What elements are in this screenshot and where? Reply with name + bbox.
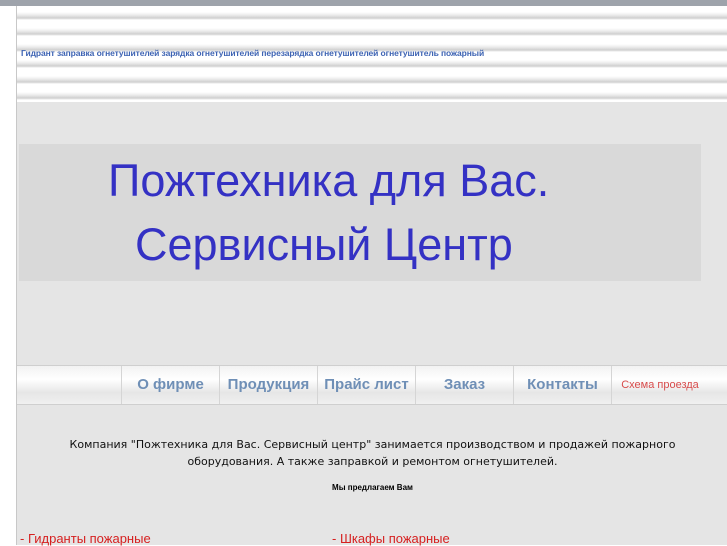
hero-banner: Пожтехника для Вас. Сервисный Центр xyxy=(19,144,701,281)
nav-directions[interactable]: Схема проезда xyxy=(611,366,708,404)
nav-price-list[interactable]: Прайс лист xyxy=(317,366,415,404)
nav-order[interactable]: Заказ xyxy=(415,366,513,404)
hero-title-line1: Пожтехника для Вас. xyxy=(108,155,550,206)
nav-about[interactable]: О фирме xyxy=(121,366,219,404)
intro-line1: Компания "Пожтехника для Вас. Сервисный … xyxy=(69,438,676,451)
product-link-hydrants[interactable]: - Гидранты пожарные xyxy=(20,531,151,546)
intro-line2: оборудования. А также заправкой и ремонт… xyxy=(187,455,558,468)
nav-contacts[interactable]: Контакты xyxy=(513,366,611,404)
hero-title-line2: Сервисный Центр xyxy=(135,219,513,270)
offer-heading: Мы предлагаем Вам xyxy=(332,483,413,492)
nav-products[interactable]: Продукция xyxy=(219,366,317,404)
page-frame: Гидрант заправка огнетушителей зарядка о… xyxy=(16,6,727,545)
company-intro: Компания "Пожтехника для Вас. Сервисный … xyxy=(17,436,727,470)
product-link-cabinets[interactable]: - Шкафы пожарные xyxy=(332,531,450,546)
main-nav: О фирме Продукция Прайс лист Заказ Конта… xyxy=(17,365,727,405)
keywords-banner: Гидрант заправка огнетушителей зарядка о… xyxy=(21,48,485,58)
